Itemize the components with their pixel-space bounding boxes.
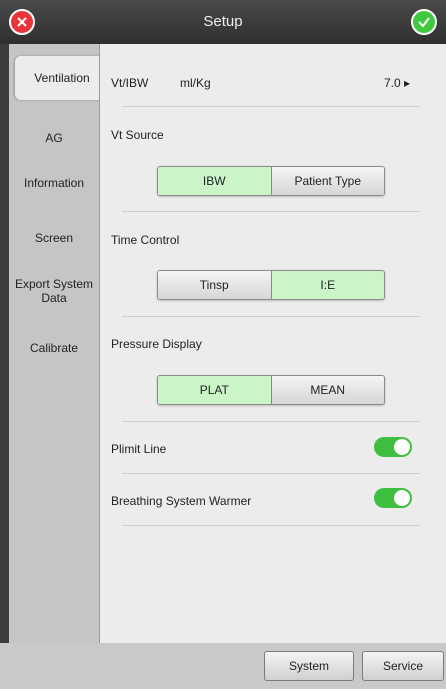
sidebar-item-label: Ventilation [34,71,90,85]
time-control-selector: Tinsp I:E [157,270,385,300]
service-button[interactable]: Service [362,651,444,681]
confirm-button[interactable] [411,9,437,35]
toggle-knob [394,439,410,455]
time-control-option-tinsp[interactable]: Tinsp [158,271,271,299]
page-title: Setup [203,13,243,30]
pressure-display-option-mean[interactable]: MEAN [270,376,384,404]
pressure-display-option-plat[interactable]: PLAT [158,376,271,404]
time-control-label: Time Control [111,233,180,247]
divider [122,316,420,317]
vt-ibw-value[interactable]: 7.0 ▸ [384,76,410,90]
sidebar: Ventilation AG Information Screen Export… [9,44,109,643]
vt-ibw-label: Vt/IBW [111,76,149,90]
sidebar-item-screen[interactable]: Screen [9,231,99,245]
pressure-display-selector: PLAT MEAN [157,375,385,405]
sidebar-item-ag[interactable]: AG [9,131,99,145]
sidebar-item-information[interactable]: Information [9,176,99,190]
sidebar-item-calibrate[interactable]: Calibrate [9,341,99,355]
breathing-warmer-toggle[interactable] [374,488,412,508]
sidebar-item-label: Calibrate [29,341,79,355]
divider [122,421,420,422]
sidebar-item-label: Export System Data [14,277,94,305]
time-control-option-ie[interactable]: I:E [270,271,384,299]
ventilation-settings-panel: Vt/IBW ml/Kg 7.0 ▸ Vt Source IBW Patient… [99,44,446,643]
sidebar-item-ventilation[interactable]: Ventilation [15,56,109,100]
breathing-warmer-label: Breathing System Warmer [111,494,252,508]
plimit-line-toggle[interactable] [374,437,412,457]
sidebar-item-label: AG [45,131,63,145]
system-button[interactable]: System [264,651,354,681]
pressure-display-label: Pressure Display [111,337,202,351]
sidebar-item-label: Screen [34,231,74,245]
check-icon [418,17,430,28]
divider [122,211,420,212]
bottom-bar: System Service [0,643,446,689]
vt-source-option-ibw[interactable]: IBW [158,167,271,195]
divider [122,473,420,474]
divider [122,106,420,107]
vt-source-label: Vt Source [111,128,164,142]
vt-ibw-unit: ml/Kg [180,76,211,90]
title-bar: Setup [0,0,446,44]
divider [122,525,420,526]
plimit-line-label: Plimit Line [111,442,167,456]
toggle-knob [394,490,410,506]
sidebar-item-label: Information [23,176,85,190]
vt-source-selector: IBW Patient Type [157,166,385,196]
vt-source-option-patient-type[interactable]: Patient Type [270,167,384,195]
sidebar-item-export-system-data[interactable]: Export System Data [9,277,99,305]
